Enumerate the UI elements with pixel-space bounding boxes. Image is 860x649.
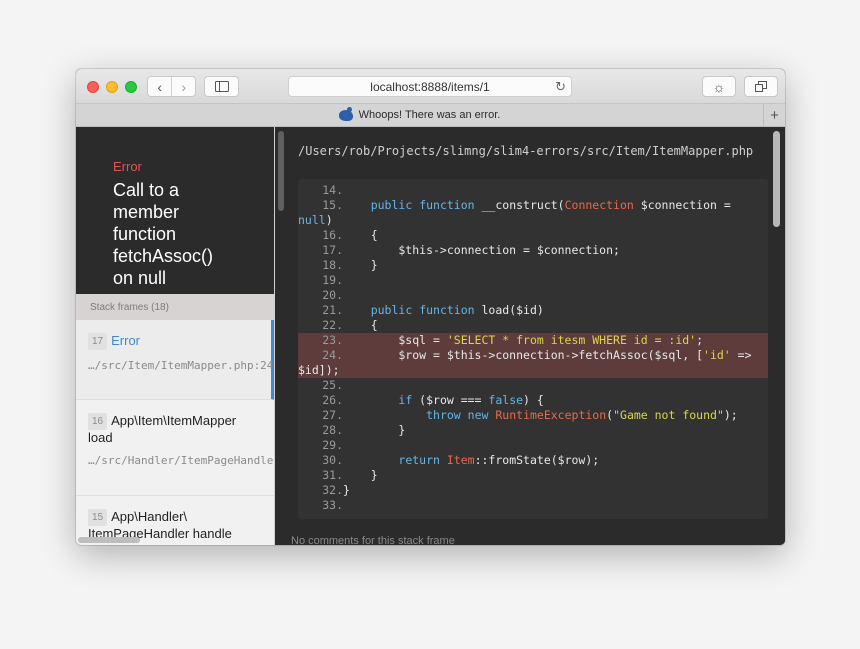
code-panel: /Users/rob/Projects/slimng/slim4-errors/… xyxy=(275,127,785,545)
code-line-highlighted: 23. $sql = 'SELECT * from itesm WHERE id… xyxy=(298,333,768,348)
exception-message[interactable]: Call to a member function fetchAssoc() o… xyxy=(113,179,231,289)
active-tab[interactable]: Whoops! There was an error. xyxy=(76,104,763,126)
zoom-window-button[interactable] xyxy=(125,81,137,93)
new-tab-icon[interactable]: + xyxy=(763,104,785,126)
code-vertical-scrollbar[interactable] xyxy=(773,131,780,227)
file-path[interactable]: /Users/rob/Projects/slimng/slim4-errors/… xyxy=(298,143,768,159)
code-line: 21. public function load($id) xyxy=(322,303,544,317)
tabs-overview-icon xyxy=(755,81,767,92)
stack-panel: Error Call to a member function fetchAss… xyxy=(76,127,275,545)
frame-index: 15 xyxy=(88,509,108,526)
code-line: 22. { xyxy=(322,318,378,332)
sidebar-icon xyxy=(214,81,229,92)
code-line: 29. xyxy=(322,438,343,452)
code-line: 26. if ($row === false) { xyxy=(322,393,544,407)
stack-frame-16[interactable]: 16 App\Item\ItemMapper load …/src/Handler… xyxy=(76,400,274,496)
stack-frame-17[interactable]: 17 Error …/src/Item/ItemMapper.php:24 xyxy=(76,320,274,400)
navigation-buttons: ‹ › xyxy=(147,76,196,97)
url-text: localhost:8888/items/1 xyxy=(370,79,490,94)
code-line: 31. } xyxy=(322,468,378,482)
sidebar-toggle-button[interactable] xyxy=(204,76,239,97)
tab-overview-button[interactable] xyxy=(744,76,778,97)
code-line: null) xyxy=(298,213,333,227)
tab-title: Whoops! There was an error. xyxy=(358,109,501,121)
title-bar: ‹ › localhost:8888/items/1 ↻ ☼ xyxy=(76,69,785,104)
code-line: 32.} xyxy=(322,483,350,497)
brightness-icon: ☼ xyxy=(712,78,726,95)
exception-header: Error Call to a member function fetchAss… xyxy=(76,127,274,294)
frame-class: App\Item\ItemMapper load xyxy=(88,413,237,445)
minimize-window-button[interactable] xyxy=(106,81,118,93)
close-window-button[interactable] xyxy=(87,81,99,93)
frames-vertical-scrollbar[interactable] xyxy=(278,131,284,211)
code-line: 17. $this->connection = $connection; xyxy=(322,243,620,257)
browser-window: ‹ › localhost:8888/items/1 ↻ ☼ Whoops! T xyxy=(76,69,785,545)
code-line-highlighted: 24. $row = $this->connection->fetchAssoc… xyxy=(298,348,768,363)
appearance-button[interactable]: ☼ xyxy=(702,76,736,97)
code-line: 14. xyxy=(322,183,343,197)
code-line: 28. } xyxy=(322,423,406,437)
frame-class: Error xyxy=(111,333,141,348)
code-line: 27. throw new RuntimeException("Game not… xyxy=(322,408,738,422)
code-line: 25. xyxy=(322,378,343,392)
stack-frames-header: Stack frames (18) xyxy=(76,294,274,320)
code-line: 20. xyxy=(322,288,343,302)
whoops-favicon-icon xyxy=(338,106,353,121)
code-snippet: 14. 15. public function __construct(Conn… xyxy=(298,179,768,519)
code-line: 30. return Item::fromState($row); xyxy=(322,453,600,467)
frame-file: …/src/Handler/ItemPageHandler.php:29 xyxy=(88,454,274,467)
frames-horizontal-scrollbar[interactable] xyxy=(78,537,140,543)
tab-bar: Whoops! There was an error. + xyxy=(76,104,785,127)
code-line: 33. xyxy=(322,498,343,512)
reload-icon[interactable]: ↻ xyxy=(555,79,566,95)
frame-file: …/src/Item/ItemMapper.php:24 xyxy=(88,359,274,372)
code-line: 15. public function __construct(Connecti… xyxy=(322,198,731,212)
frame-index: 17 xyxy=(88,333,108,350)
frame-index: 16 xyxy=(88,413,108,430)
forward-icon[interactable]: › xyxy=(171,77,195,96)
code-line: 16. { xyxy=(322,228,378,242)
address-bar[interactable]: localhost:8888/items/1 ↻ xyxy=(288,76,572,97)
code-line: 19. xyxy=(322,273,343,287)
back-icon[interactable]: ‹ xyxy=(148,77,171,96)
frame-comments: No comments for this stack frame xyxy=(291,535,455,545)
exception-type: Error xyxy=(113,159,142,174)
code-line-highlighted: $id]); xyxy=(298,363,768,378)
code-line: 18. } xyxy=(322,258,378,272)
